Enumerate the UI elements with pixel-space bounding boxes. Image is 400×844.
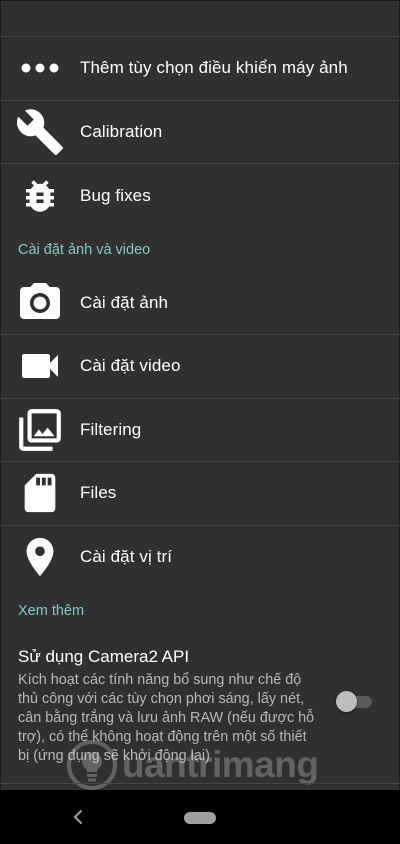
menu-item-more-controls[interactable]: Thêm tùy chọn điều khiển máy ảnh (0, 37, 400, 101)
menu-item-label: Files (80, 483, 117, 503)
pref-title: Sử dụng Camera2 API (18, 647, 190, 666)
menu-item-filtering[interactable]: Filtering (0, 399, 400, 462)
watermark-logo: uantrimang (66, 737, 356, 793)
settings-list: Thêm tùy chọn điều khiển máy ảnh Calibra… (0, 37, 400, 783)
bottom-divider (0, 783, 400, 784)
menu-item-label: Filtering (80, 419, 142, 439)
menu-item-video-settings[interactable]: Cài đặt video (0, 335, 400, 399)
camera2-toggle-switch[interactable] (336, 691, 372, 712)
switch-thumb (336, 691, 357, 712)
back-button[interactable] (68, 806, 88, 828)
sd-card-icon (14, 467, 66, 519)
more-horizontal-icon (14, 42, 66, 94)
camera-icon (14, 277, 66, 329)
location-pin-icon (14, 531, 66, 583)
system-navigation-bar (0, 790, 400, 844)
menu-item-calibration[interactable]: Calibration (0, 101, 400, 164)
photo-library-icon (14, 404, 66, 456)
bug-icon (14, 170, 66, 222)
section-header-more: Xem thêm (18, 603, 85, 619)
menu-item-label: Calibration (80, 121, 163, 141)
wrench-icon (14, 106, 66, 158)
menu-item-location-settings[interactable]: Cài đặt vị trí (0, 526, 400, 590)
menu-item-label: Cài đặt ảnh (80, 292, 169, 312)
watermark-text: uantrimang (122, 744, 319, 785)
home-pill-button[interactable] (184, 812, 216, 824)
menu-item-label: Bug fixes (80, 185, 151, 205)
menu-item-label: Cài đặt vị trí (80, 547, 173, 567)
section-header-photo-video: Cài đặt ảnh và video (18, 241, 151, 258)
menu-item-photo-settings[interactable]: Cài đặt ảnh (0, 272, 400, 335)
menu-item-label: Cài đặt video (80, 356, 181, 376)
videocam-icon (14, 340, 66, 392)
menu-item-bug-fixes[interactable]: Bug fixes (0, 164, 400, 228)
menu-item-files[interactable]: Files (0, 462, 400, 526)
menu-item-label: Thêm tùy chọn điều khiển máy ảnh (80, 58, 348, 78)
chevron-left-icon (74, 810, 82, 824)
